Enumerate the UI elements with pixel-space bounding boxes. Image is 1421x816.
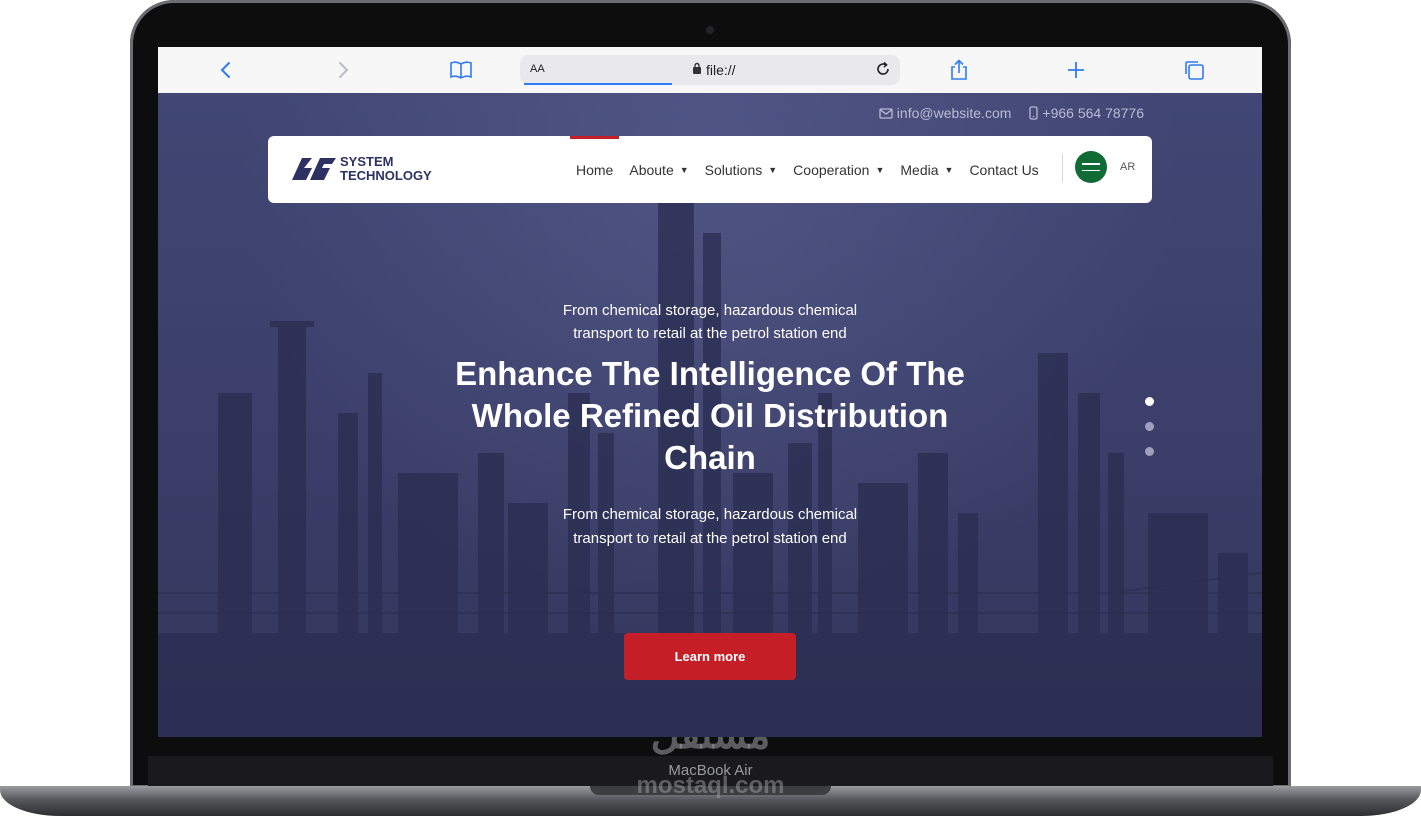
- hero-content: From chemical storage, hazardous chemica…: [410, 299, 1010, 551]
- hero-title: Enhance The Intelligence Of The Whole Re…: [455, 355, 965, 476]
- url-text: file://: [706, 62, 736, 78]
- logo-line-1: SYSTEM: [340, 154, 394, 169]
- language-switch[interactable]: AR: [1120, 161, 1135, 173]
- caret-down-icon: ▼: [679, 164, 689, 175]
- email-text: info@website.com: [896, 105, 1012, 121]
- logo-text: SYSTEM TECHNOLOGY: [340, 155, 432, 183]
- logo-line-2: TECHNOLOGY: [340, 168, 432, 183]
- camera-icon: [706, 26, 714, 34]
- nav-item-label: Media: [900, 161, 939, 178]
- nav-item-aboute[interactable]: Aboute ▼: [621, 136, 696, 203]
- nav-item-contact-us[interactable]: Contact Us: [961, 136, 1046, 203]
- nav-item-label: Solutions: [704, 161, 763, 178]
- topbar-email[interactable]: info@website.com: [879, 105, 1012, 121]
- phone-text: +966 564 78776: [1042, 105, 1144, 121]
- saudi-flag-icon[interactable]: [1075, 151, 1107, 183]
- slider-dot-3[interactable]: [1145, 447, 1154, 456]
- tabs-icon[interactable]: [1181, 57, 1207, 83]
- share-icon[interactable]: [946, 57, 972, 83]
- company-logo[interactable]: SYSTEM TECHNOLOGY: [290, 154, 440, 186]
- flag-emblem: [1082, 163, 1100, 171]
- chevron-left-icon[interactable]: [213, 57, 239, 83]
- reload-icon[interactable]: [872, 58, 894, 80]
- topbar-phone[interactable]: +966 564 78776: [1029, 105, 1144, 121]
- phone-icon: [1029, 106, 1039, 120]
- bookmarks-icon[interactable]: [448, 57, 474, 83]
- nav-item-label: Contact Us: [969, 161, 1039, 178]
- nav-menu: Home Aboute ▼ Solutions ▼ Cooperation ▼: [568, 136, 1047, 203]
- learn-more-button[interactable]: Learn more: [624, 633, 796, 680]
- slider-pagination: [1145, 397, 1154, 472]
- caret-down-icon: ▼: [768, 164, 778, 175]
- page-load-progress: [524, 83, 672, 85]
- browser-toolbar: AA file://: [158, 47, 1262, 94]
- nav-item-home[interactable]: Home: [568, 136, 621, 203]
- logo-mark-icon: [292, 158, 336, 180]
- nav-item-label: Home: [576, 161, 614, 178]
- watermark-domain: mostaql.com: [636, 772, 785, 799]
- envelope-icon: [879, 107, 893, 119]
- lock-icon: [692, 62, 702, 77]
- nav-item-cooperation[interactable]: Cooperation ▼: [785, 136, 892, 203]
- nav-item-solutions[interactable]: Solutions ▼: [697, 136, 786, 203]
- browser-screen: AA file:// info@website.com +966 564 787…: [158, 47, 1262, 737]
- plus-icon[interactable]: [1063, 57, 1089, 83]
- hero-subtitle-top: From chemical storage, hazardous chemica…: [562, 302, 858, 342]
- main-navbar: SYSTEM TECHNOLOGY Home Aboute ▼ Solution…: [268, 136, 1152, 203]
- caret-down-icon: ▼: [875, 164, 885, 175]
- address-bar[interactable]: AA file://: [520, 55, 900, 85]
- nav-divider: [1062, 154, 1063, 182]
- slider-dot-1[interactable]: [1145, 397, 1154, 406]
- topbar-contact: info@website.com +966 564 78776: [879, 105, 1144, 121]
- screenshot-stage: مستقل MacBook Air mostaql.com AA file://: [0, 0, 1421, 816]
- hero-subtitle-bottom: From chemical storage, hazardous chemica…: [562, 506, 858, 547]
- nav-item-label: Aboute: [629, 161, 674, 178]
- slider-dot-2[interactable]: [1145, 422, 1154, 431]
- caret-down-icon: ▼: [944, 164, 954, 175]
- reader-mode-button[interactable]: AA: [530, 63, 545, 75]
- nav-item-label: Cooperation: [793, 161, 870, 178]
- chevron-right-icon[interactable]: [330, 57, 356, 83]
- nav-item-media[interactable]: Media ▼: [892, 136, 961, 203]
- hero-section: info@website.com +966 564 78776 SYSTEM T…: [158, 93, 1262, 737]
